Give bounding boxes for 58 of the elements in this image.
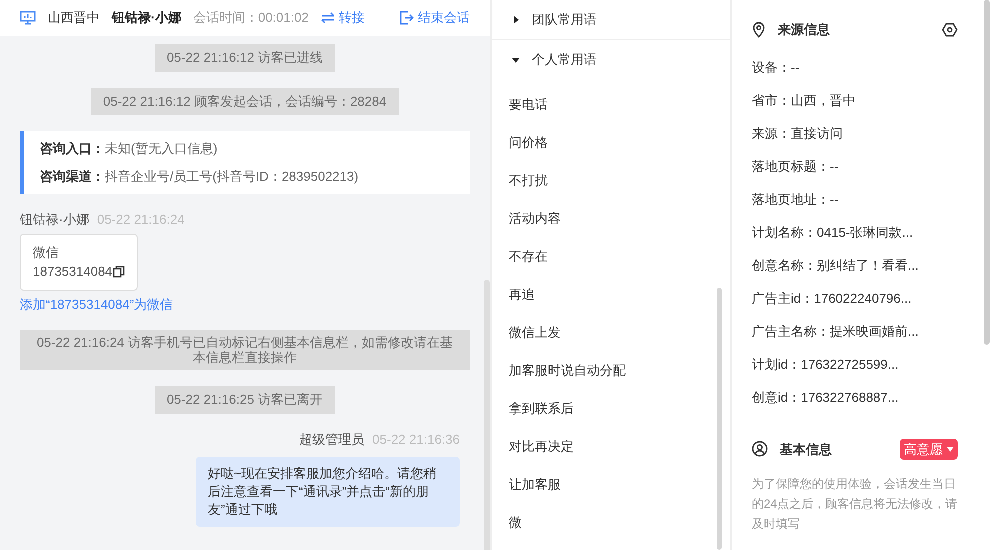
message-time: 05-22 21:16:24 [97,211,185,229]
session-time: 会话时间：00:01:02 [193,9,309,28]
source-field: 设备：-- [752,52,970,84]
end-session-button[interactable]: 结束会话 [400,8,470,28]
phrase-item[interactable]: 加客服时说自动分配 [492,352,730,390]
caret-down-icon [947,446,954,452]
phrase-item[interactable]: 再追 [492,276,730,314]
system-message: 05-22 21:16:12 顾客发起会话，会话编号：28284 [91,88,399,115]
message-time: 05-22 21:16:36 [372,430,460,448]
agent-name: 钮钴禄·小娜 [112,9,182,28]
system-message: 05-22 21:16:12 访客已进线 [154,44,336,72]
card-title: 微信 [33,244,60,262]
phrase-item[interactable]: 让加客服 [492,466,730,504]
intent-tag[interactable]: 高意愿 [900,438,958,460]
phrase-item[interactable]: 不存在 [492,238,730,276]
section-title: 来源信息 [778,21,830,39]
notice-text: 为了保障您的使用体验，会话发生当日的24点之后，顾客信息将无法修改，请及时填写 [752,476,958,533]
source-field: 计划名称：0415-张琳同款... [752,216,970,250]
message-bubble: 好哒~现在安排客服加您介绍哈。请您稍后注意查看一下“通讯录”并点击“新的朋友”通过下哦 [196,457,460,527]
phrase-item[interactable]: 对比再决定 [492,428,730,466]
source-field: 广告主名称：提米映画婚前... [752,316,970,348]
phrase-item[interactable]: 要电话 [492,86,730,124]
transfer-button[interactable]: 转接 [320,8,365,28]
monitor-icon [20,11,36,25]
info-value: 抖音企业号/员工号(抖音号ID：2839502213) [105,168,359,186]
system-message: 05-22 21:16:24 访客手机号已自动标记右侧基本信息栏，如需修改请在基本信息栏直接操作 [20,330,470,370]
phrase-item[interactable]: 微 [492,504,730,542]
caret-down-icon [512,56,520,64]
phrase-item[interactable]: 问价格 [492,124,730,162]
user-icon [752,441,768,458]
system-message: 05-22 21:16:25 访客已离开 [154,386,336,414]
source-field: 广告主id：176022240796... [752,282,970,316]
card-number: 18735314084 [33,263,113,281]
phrase-item[interactable]: 微信上发 [492,314,730,352]
info-label: 咨询入口： [40,140,105,158]
source-field: 来源：直接访问 [752,118,970,150]
source-field: 创意id：176322768887... [752,382,970,414]
info-value: 未知(暂无入口信息) [105,140,218,158]
info-label: 咨询渠道： [40,168,105,186]
phrase-item[interactable]: 拿到联系后 [492,390,730,428]
settings-icon[interactable] [942,22,958,38]
swap-icon [320,12,335,24]
caret-right-icon [512,16,520,24]
source-field: 创意名称：别纠结了！看看... [752,250,970,282]
location: 山西晋中 [48,9,100,28]
location-pin-icon [752,22,766,38]
source-field: 落地页地址：-- [752,184,970,216]
sender-name: 钮钴禄·小娜 [20,211,90,229]
exit-icon [400,11,414,25]
phrase-item[interactable]: 活动内容 [492,200,730,238]
source-field: 计划id：176322725599... [752,348,970,382]
source-field: 落地页标题：-- [752,150,970,184]
sender-name: 超级管理员 [300,430,365,448]
copy-icon[interactable] [112,266,125,278]
phrase-group[interactable]: 个人常用语 [492,40,730,80]
section-title: 基本信息 [780,440,832,458]
phrase-item[interactable]: 不打扰 [492,162,730,200]
source-field: 省市：山西，晋中 [752,84,970,118]
